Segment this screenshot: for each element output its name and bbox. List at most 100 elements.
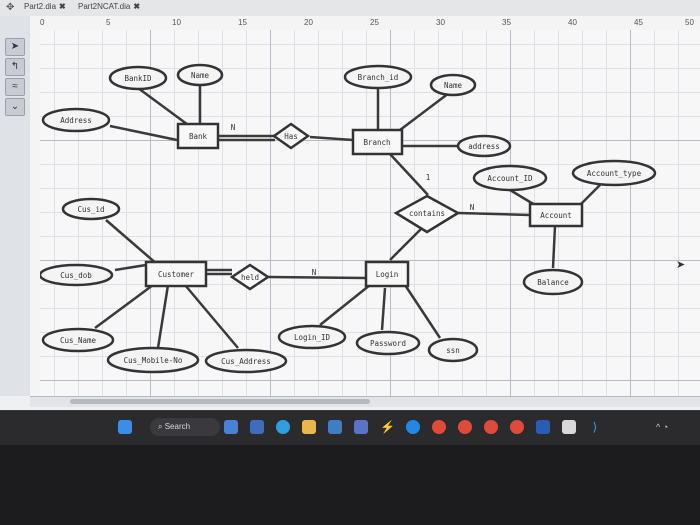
connector-line: [551, 225, 557, 269]
ruler-mark: 45: [634, 18, 643, 27]
horizontal-scrollbar[interactable]: [30, 396, 700, 407]
diagram-canvas[interactable]: Bank Branch Account Customer Login Has c…: [40, 30, 700, 396]
tab-part2ncat[interactable]: Part2NCAT.dia ✖: [78, 2, 140, 11]
vscode-icon[interactable]: ⟩: [588, 420, 602, 434]
bank-name-label: Name: [191, 71, 210, 80]
connector-line: [319, 284, 371, 326]
connector-line: [184, 284, 239, 349]
chrome-icon[interactable]: [458, 420, 472, 434]
ruler-mark: 0: [40, 18, 45, 27]
has-relationship-label: Has: [284, 132, 298, 141]
search-label: Search: [164, 422, 191, 431]
ssn-label: ssn: [446, 346, 460, 355]
ruler-mark: 30: [436, 18, 445, 27]
cardinality-label: N: [312, 268, 317, 277]
connector-line: [94, 283, 154, 330]
connector-line: [114, 263, 147, 272]
zigzag-tool-icon[interactable]: ≈: [5, 78, 25, 96]
dia-app-icon[interactable]: [562, 420, 576, 434]
cardinality-label: N: [231, 123, 236, 132]
cus-name-label: Cus_Name: [60, 336, 97, 345]
ruler-mark: 50: [685, 18, 694, 27]
branch-id-label: Branch_id: [358, 73, 399, 82]
file-explorer-icon[interactable]: [302, 420, 316, 434]
er-diagram: Bank Branch Account Customer Login Has c…: [40, 63, 657, 374]
cus-address-label: Cus_Address: [221, 357, 271, 366]
contains-relationship-label: contains: [409, 209, 445, 218]
scroll-thumb[interactable]: [70, 399, 370, 404]
connector-line: [389, 153, 429, 196]
bank-id-label: BankID: [124, 74, 152, 83]
held-relationship-label: held: [241, 273, 259, 282]
tab-bar: ✥ Part2.dia ✖ Part2NCAT.dia ✖: [0, 0, 700, 17]
chrome-icon[interactable]: [510, 420, 524, 434]
bolt-app-icon[interactable]: ⚡: [380, 420, 395, 434]
close-icon[interactable]: ✖: [133, 2, 140, 11]
account-id-label: Account_ID: [487, 174, 533, 183]
chrome-icon[interactable]: [484, 420, 498, 434]
chevron-up-icon[interactable]: ^: [656, 422, 660, 432]
connector-line: [380, 287, 387, 331]
ruler-mark: 15: [238, 18, 247, 27]
connector-line: [105, 219, 159, 266]
login-entity-label: Login: [376, 270, 399, 279]
account-entity-label: Account: [540, 211, 572, 220]
cus-id-label: Cus_id: [77, 205, 104, 214]
ruler-mark: 40: [568, 18, 577, 27]
screen: ✥ Part2.dia ✖ Part2NCAT.dia ✖ ➤ ↰ ≈ ⌄ 0 5 …: [0, 0, 700, 430]
branch-address-label: address: [468, 142, 500, 151]
cardinality-label: N: [470, 203, 475, 212]
ruler-mark: 10: [172, 18, 181, 27]
connector-line: [389, 226, 424, 261]
ruler-mark: 35: [502, 18, 511, 27]
cus-dob-label: Cus_dob: [60, 271, 92, 280]
tool-palette: ➤ ↰ ≈ ⌄: [0, 16, 31, 396]
connector-line: [109, 124, 178, 142]
connector-line: [399, 89, 454, 131]
tab-label: Part2NCAT.dia: [78, 2, 131, 11]
ruler-mark: 20: [304, 18, 313, 27]
connector-line: [309, 135, 354, 142]
search-icon: ⌕: [158, 422, 165, 431]
chat-icon[interactable]: [250, 420, 264, 434]
branch-name-label: Name: [444, 81, 463, 90]
connector-line: [579, 184, 601, 206]
horizontal-ruler: 0 5 10 15 20 25 30 35 40 45 50: [30, 16, 700, 31]
connector-line: [403, 284, 442, 339]
connector-tool-icon[interactable]: ↰: [5, 58, 25, 76]
tab-part2[interactable]: Part2.dia ✖: [24, 2, 66, 11]
store-icon[interactable]: [354, 420, 368, 434]
word-icon[interactable]: [536, 420, 550, 434]
password-label: Password: [370, 339, 406, 348]
customer-entity-label: Customer: [158, 270, 195, 279]
edge-browser-icon[interactable]: [276, 420, 290, 434]
tab-label: Part2.dia: [24, 2, 57, 11]
ruler-mark: 5: [106, 18, 111, 27]
task-view-icon[interactable]: [224, 420, 238, 434]
system-tray[interactable]: ^ ◔: [656, 422, 668, 432]
connector-line: [457, 211, 531, 217]
ruler-mark: 25: [370, 18, 379, 27]
balance-label: Balance: [537, 278, 569, 287]
bank-address-label: Address: [60, 116, 92, 125]
bank-entity-label: Bank: [189, 132, 208, 141]
dropdown-tool-icon[interactable]: ⌄: [5, 98, 25, 116]
mail-icon[interactable]: [328, 420, 342, 434]
taskbar: ⌕ Search ⚡ ⟩ ^ ◔: [0, 410, 700, 445]
pointer-tool-icon[interactable]: ➤: [5, 38, 25, 56]
cardinality-label: 1: [426, 173, 431, 182]
connector-line: [156, 284, 170, 349]
connector-line: [267, 275, 367, 280]
wifi-icon[interactable]: ◔: [663, 422, 668, 432]
taskbar-search[interactable]: ⌕ Search: [150, 418, 220, 436]
branch-entity-label: Branch: [363, 138, 390, 147]
cursor-icon: ➤: [676, 259, 686, 271]
account-type-label: Account_type: [587, 169, 642, 178]
cus-mobile-label: Cus_Mobile-No: [124, 356, 183, 365]
close-icon[interactable]: ✖: [59, 2, 66, 11]
login-id-label: Login_ID: [294, 333, 331, 342]
app-icon[interactable]: [406, 420, 420, 434]
windows-start-icon[interactable]: [118, 420, 132, 434]
move-icon[interactable]: ✥: [6, 2, 14, 13]
chrome-icon[interactable]: [432, 420, 446, 434]
